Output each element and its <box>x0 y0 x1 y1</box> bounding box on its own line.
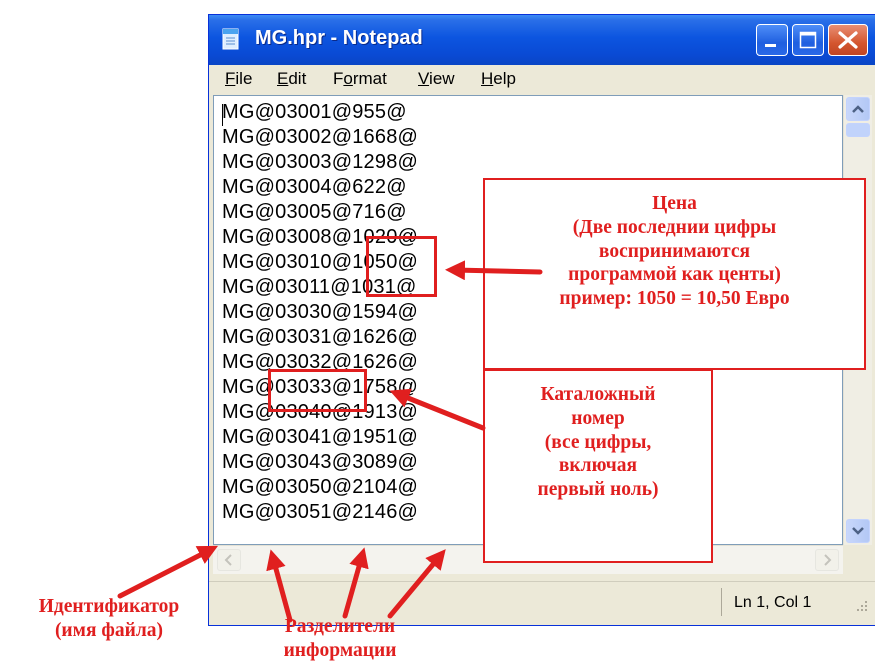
price-arrow <box>445 260 543 281</box>
identifier-arrow <box>117 545 219 599</box>
separator-arrow-1 <box>266 549 293 623</box>
annotation-arrows <box>117 260 543 623</box>
separator-arrow-2 <box>342 547 369 619</box>
catalog-arrow <box>389 388 486 431</box>
separator-arrow-3 <box>387 549 446 619</box>
